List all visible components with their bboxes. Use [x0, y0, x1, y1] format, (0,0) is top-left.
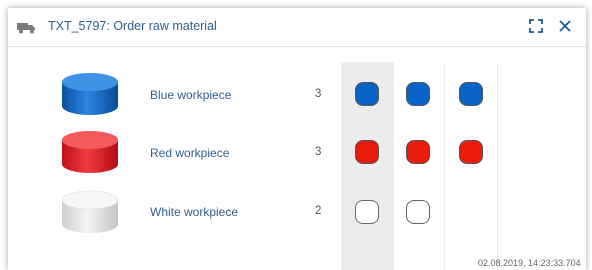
blue-workpiece-image [60, 72, 120, 123]
timestamp: 02.08.2019, 14:23:33.704 [478, 258, 581, 268]
red-slot-3 [459, 140, 483, 164]
expand-icon[interactable] [529, 19, 543, 38]
row-count-blue: 3 [315, 88, 322, 100]
truck-icon [17, 21, 37, 39]
panel-title: TXT_5797: Order raw material [48, 19, 217, 33]
white-slot-2 [406, 200, 430, 224]
red-slot-1 [355, 140, 379, 164]
blue-slot-1 [355, 82, 379, 106]
column-divider [444, 62, 445, 270]
red-slot-2 [406, 140, 430, 164]
blue-slot-3 [459, 82, 483, 106]
red-workpiece-image [60, 130, 120, 181]
order-raw-material-panel: TXT_5797: Order raw material Blue workpi… [8, 8, 586, 270]
row-count-white: 2 [315, 205, 322, 217]
row-label-white: White workpiece [150, 205, 239, 219]
row-count-red: 3 [315, 146, 322, 158]
column-divider [497, 62, 498, 270]
close-icon[interactable] [558, 19, 572, 38]
row-label-blue: Blue workpiece [150, 88, 232, 102]
white-workpiece-image [60, 190, 120, 241]
panel-titlebar: TXT_5797: Order raw material [8, 8, 586, 47]
blue-slot-2 [406, 82, 430, 106]
white-slot-1 [355, 200, 379, 224]
row-label-red: Red workpiece [150, 146, 230, 160]
